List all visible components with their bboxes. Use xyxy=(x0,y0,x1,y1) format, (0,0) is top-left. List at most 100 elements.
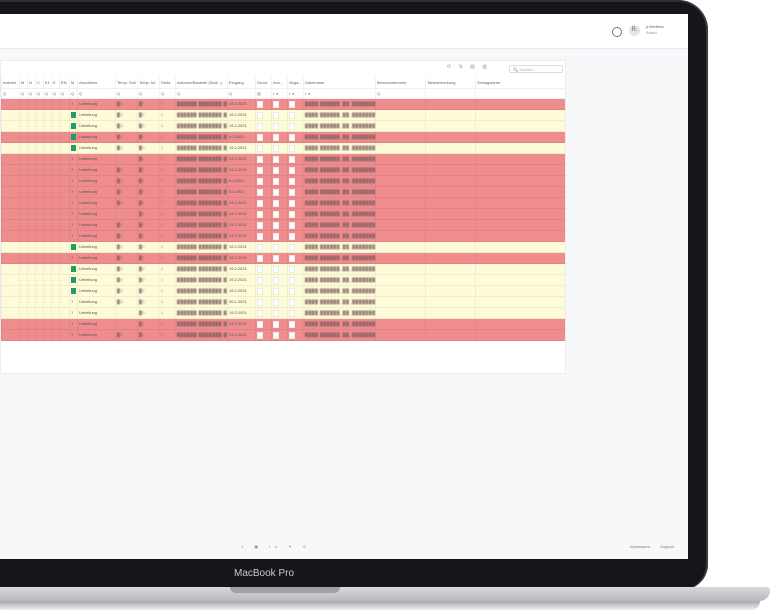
table-row[interactable]: ------?Umleitung█0█01██████ ███████ ███ … xyxy=(1,187,565,198)
table-row[interactable]: ------Umleitung█0█01██████ ███████ ███ ·… xyxy=(1,132,565,143)
column-filter[interactable] xyxy=(475,89,565,98)
column-filter[interactable]: Q xyxy=(69,89,77,98)
checkbox[interactable] xyxy=(273,332,279,339)
table-row[interactable]: ------?Umleitung█0█01██████ ███████ ███ … xyxy=(1,231,565,242)
checkbox[interactable] xyxy=(273,134,279,141)
checkbox[interactable] xyxy=(257,101,263,108)
checkbox[interactable] xyxy=(257,299,263,306)
checkbox[interactable] xyxy=(257,255,263,262)
column-filter[interactable]: Q xyxy=(375,89,425,98)
checkbox[interactable] xyxy=(289,134,295,141)
column-filter[interactable] xyxy=(425,89,475,98)
checkbox[interactable] xyxy=(273,112,279,119)
checkbox[interactable] xyxy=(257,189,263,196)
checkbox[interactable] xyxy=(289,321,295,328)
globe-icon[interactable] xyxy=(612,27,622,37)
checkbox[interactable] xyxy=(273,101,279,108)
column-header[interactable]: Adresse/Bauteile (Stall...) xyxy=(175,77,227,88)
checkbox[interactable] xyxy=(289,288,295,295)
table-row[interactable]: ------?Umleitung█0█01██████ ███████ ███ … xyxy=(1,220,565,231)
column-filter[interactable]: Q xyxy=(227,89,255,98)
checkbox[interactable] xyxy=(289,156,295,163)
column-filter[interactable]: Q xyxy=(27,89,35,98)
checkbox[interactable] xyxy=(257,288,263,295)
checkbox[interactable] xyxy=(257,134,263,141)
table-row[interactable]: ------?Umleitung█0█01██████ ███████ ███ … xyxy=(1,165,565,176)
checkbox[interactable] xyxy=(257,244,263,251)
column-header[interactable]: E1 xyxy=(43,77,51,88)
checkbox[interactable] xyxy=(257,123,263,130)
checkbox[interactable] xyxy=(257,233,263,240)
column-filter[interactable]: L ▾ xyxy=(303,89,375,98)
checkbox[interactable] xyxy=(257,321,263,328)
column-header[interactable]: Dateiname xyxy=(303,77,375,88)
column-header[interactable]: Benutzerbemerk xyxy=(375,77,425,88)
check-icon[interactable] xyxy=(71,244,76,250)
checkbox[interactable] xyxy=(289,332,295,339)
column-filter[interactable]: Q xyxy=(77,89,115,98)
checkbox[interactable] xyxy=(289,101,295,108)
checkbox[interactable] xyxy=(257,310,263,317)
table-row[interactable]: ------Umleitung█0█01██████ ███████ ███ ·… xyxy=(1,143,565,154)
checkbox[interactable] xyxy=(273,211,279,218)
column-filter[interactable]: Q xyxy=(59,89,69,98)
column-filter[interactable]: Q xyxy=(159,89,175,98)
column-header[interactable]: Temp. Ist xyxy=(137,77,159,88)
checkbox[interactable] xyxy=(289,266,295,273)
checkbox[interactable] xyxy=(273,310,279,317)
checkbox[interactable] xyxy=(273,321,279,328)
table-row[interactable]: ------?Umleitung█0█01██████ ███████ ███ … xyxy=(1,176,565,187)
checkbox[interactable] xyxy=(289,244,295,251)
checkbox[interactable] xyxy=(289,200,295,207)
checkbox[interactable] xyxy=(257,145,263,152)
column-filter[interactable]: Q xyxy=(51,89,59,98)
check-icon[interactable] xyxy=(71,123,76,129)
checkbox[interactable] xyxy=(257,211,263,218)
checkbox[interactable] xyxy=(273,233,279,240)
checkbox[interactable] xyxy=(289,310,295,317)
column-filter[interactable]: L ▾ xyxy=(287,89,303,98)
check-icon[interactable] xyxy=(71,277,76,283)
search-input[interactable]: 🔍 Suchen... xyxy=(509,65,563,73)
table-row[interactable]: ------?Umleitung█01██████ ███████ ███ · … xyxy=(1,308,565,319)
checkbox[interactable] xyxy=(289,112,295,119)
checkbox[interactable] xyxy=(257,178,263,185)
column-filter[interactable]: Q xyxy=(19,89,27,98)
table-row[interactable]: ------Umleitung█0█01██████ ███████ ███ ·… xyxy=(1,264,565,275)
checkbox[interactable] xyxy=(289,145,295,152)
check-icon[interactable] xyxy=(71,134,76,140)
table-row[interactable]: ------?Umleitung█01██████ ███████ ███ · … xyxy=(1,154,565,165)
support-link[interactable]: Support xyxy=(660,544,674,549)
avatar[interactable]: R. xyxy=(629,25,640,36)
impressum-link[interactable]: Impressum xyxy=(630,544,650,549)
check-icon[interactable] xyxy=(71,145,76,151)
checkbox[interactable] xyxy=(273,189,279,196)
checkbox[interactable] xyxy=(257,167,263,174)
checkbox[interactable] xyxy=(273,200,279,207)
column-filter[interactable]: Q xyxy=(137,89,159,98)
table-row[interactable]: ------Umleitung█0█01██████ ███████ ███ ·… xyxy=(1,110,565,121)
column-header[interactable]: Abga... xyxy=(287,77,303,88)
column-filter[interactable]: Q xyxy=(1,89,19,98)
checkbox[interactable] xyxy=(289,277,295,284)
column-header[interactable]: E xyxy=(51,77,59,88)
checkbox[interactable] xyxy=(289,222,295,229)
column-header[interactable]: M xyxy=(69,77,77,88)
checkbox[interactable] xyxy=(257,112,263,119)
table-row[interactable]: ------Umleitung█0█01██████ ███████ ███ ·… xyxy=(1,242,565,253)
column-filter[interactable]: ▤ xyxy=(255,89,271,98)
table-row[interactable]: ------?Umleitung█0█01██████ ███████ ███ … xyxy=(1,99,565,110)
table-row[interactable]: ------?Umleitung█01██████ ███████ ███ · … xyxy=(1,209,565,220)
column-header[interactable]: Druck xyxy=(255,77,271,88)
table-row[interactable]: ------?Umleitung█01██████ ███████ ███ · … xyxy=(1,319,565,330)
social-icons[interactable]: f ▣ in ✦ ⊙ xyxy=(242,544,311,549)
checkbox[interactable] xyxy=(289,167,295,174)
checkbox[interactable] xyxy=(289,178,295,185)
checkbox[interactable] xyxy=(257,332,263,339)
checkbox[interactable] xyxy=(273,145,279,152)
checkbox[interactable] xyxy=(273,222,279,229)
checkbox[interactable] xyxy=(273,244,279,251)
checkbox[interactable] xyxy=(273,167,279,174)
column-filter[interactable]: Q xyxy=(43,89,51,98)
checkbox[interactable] xyxy=(273,266,279,273)
